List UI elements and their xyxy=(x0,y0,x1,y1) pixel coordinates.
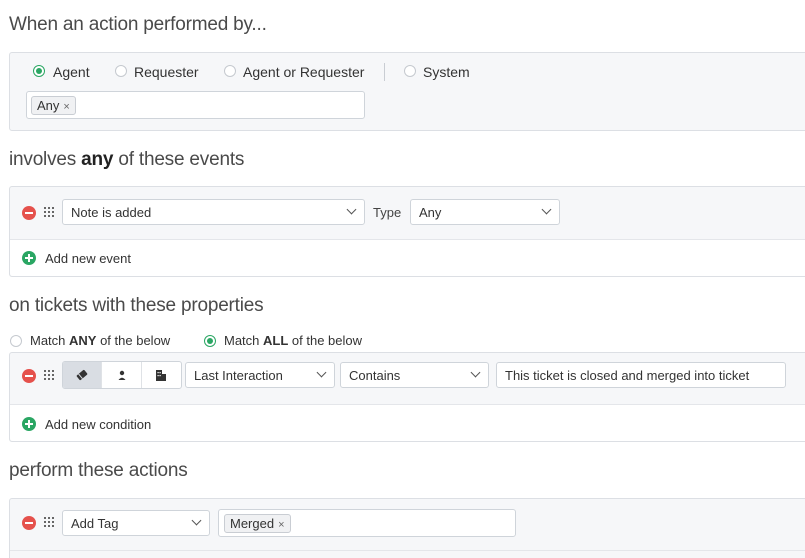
actions-panel: Add Tag Merged × xyxy=(9,498,805,558)
building-icon xyxy=(156,370,167,381)
match-all-label[interactable]: Match ALL of the below xyxy=(224,333,362,348)
event-select[interactable]: Note is added xyxy=(62,199,365,225)
add-event-link[interactable]: Add new event xyxy=(45,251,131,266)
add-icon[interactable] xyxy=(22,251,36,265)
match-all-pre: Match xyxy=(224,333,264,348)
drag-handle-icon[interactable] xyxy=(44,207,54,217)
tag-any: Any × xyxy=(31,96,76,115)
action-select[interactable]: Add Tag xyxy=(62,510,210,536)
action-row: Add Tag Merged × xyxy=(10,499,805,551)
match-any-label[interactable]: Match ANY of the below xyxy=(30,333,170,348)
match-any-post: of the below xyxy=(96,333,171,348)
events-heading-bold: any xyxy=(81,149,114,170)
property-scope-toggle xyxy=(62,361,182,389)
condition-value-text: This ticket is closed and merged into ti… xyxy=(505,368,750,383)
radio-agent-label[interactable]: Agent xyxy=(53,64,90,80)
type-label: Type xyxy=(373,205,402,220)
drag-handle-icon[interactable] xyxy=(44,370,54,380)
event-select-value: Note is added xyxy=(71,205,152,220)
type-select-value: Any xyxy=(419,205,442,220)
radio-agent[interactable] xyxy=(33,65,45,77)
conditions-panel: Last Interaction Contains This ticket is… xyxy=(9,352,805,442)
events-heading-post: of these events xyxy=(113,149,245,170)
remove-condition-icon[interactable] xyxy=(22,369,36,383)
match-all-bold: ALL xyxy=(263,333,289,348)
ticket-icon xyxy=(76,369,88,381)
radio-system-label[interactable]: System xyxy=(423,64,470,80)
radio-requester[interactable] xyxy=(115,65,127,77)
radio-agent-or-requester[interactable] xyxy=(224,65,236,77)
chevron-down-icon xyxy=(316,367,327,378)
person-icon xyxy=(118,370,126,380)
actor-panel: Agent Requester Agent or Requester Syste… xyxy=(9,52,805,131)
add-condition-link[interactable]: Add new condition xyxy=(45,417,151,432)
chevron-down-icon xyxy=(541,204,552,215)
action-select-value: Add Tag xyxy=(71,516,119,531)
chevron-down-icon xyxy=(346,204,357,215)
remove-event-icon[interactable] xyxy=(22,206,36,220)
tag-merged: Merged × xyxy=(224,514,291,533)
divider xyxy=(384,63,385,81)
add-condition-row[interactable]: Add new condition xyxy=(10,405,805,441)
radio-match-any[interactable] xyxy=(10,335,22,347)
condition-row: Last Interaction Contains This ticket is… xyxy=(10,353,805,405)
actor-heading: When an action performed by... xyxy=(9,14,267,35)
drag-handle-icon[interactable] xyxy=(44,517,54,527)
tag-any-label: Any xyxy=(37,98,60,113)
tag-remove-icon[interactable]: × xyxy=(63,101,69,113)
match-all-post: of the below xyxy=(288,333,363,348)
radio-system[interactable] xyxy=(404,65,416,77)
scope-ticket-button[interactable] xyxy=(63,362,103,388)
radio-agent-or-requester-label[interactable]: Agent or Requester xyxy=(243,64,364,80)
add-event-row[interactable]: Add new event xyxy=(10,240,805,276)
tag-remove-icon[interactable]: × xyxy=(278,519,284,531)
tag-merged-label: Merged xyxy=(230,516,275,531)
condition-value-input[interactable]: This ticket is closed and merged into ti… xyxy=(496,362,786,388)
scope-company-button[interactable] xyxy=(142,362,181,388)
events-heading: involves any of these events xyxy=(9,149,244,171)
condition-field-select[interactable]: Last Interaction xyxy=(185,362,335,388)
radio-requester-label[interactable]: Requester xyxy=(134,64,199,80)
action-tags-input[interactable]: Merged × xyxy=(218,509,516,537)
match-any-pre: Match xyxy=(30,333,70,348)
events-panel: Note is added Type Any Add new event xyxy=(9,186,805,277)
chevron-down-icon xyxy=(191,515,202,526)
actor-tags-input[interactable]: Any × xyxy=(26,91,365,119)
conditions-heading: on tickets with these properties xyxy=(9,295,264,316)
scope-person-button[interactable] xyxy=(102,362,142,388)
remove-action-icon[interactable] xyxy=(22,516,36,530)
condition-operator-value: Contains xyxy=(349,368,401,383)
type-select[interactable]: Any xyxy=(410,199,560,225)
radio-match-all[interactable] xyxy=(204,335,216,347)
match-any-bold: ANY xyxy=(69,333,97,348)
events-heading-pre: involves xyxy=(9,149,82,170)
add-icon[interactable] xyxy=(22,417,36,431)
condition-operator-select[interactable]: Contains xyxy=(340,362,489,388)
condition-field-value: Last Interaction xyxy=(194,368,283,383)
actions-heading: perform these actions xyxy=(9,460,188,481)
event-row: Note is added Type Any xyxy=(10,187,805,240)
chevron-down-icon xyxy=(470,367,481,378)
